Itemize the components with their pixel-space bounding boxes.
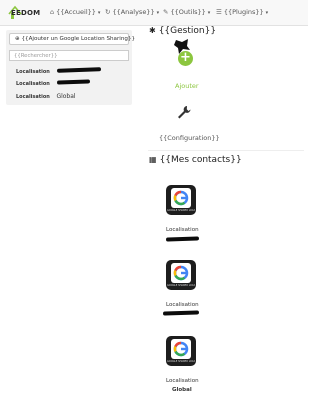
- configuration-label[interactable]: {{Configuration}}: [159, 134, 220, 142]
- google-logo-icon: [171, 263, 191, 283]
- top-navbar: EEDOM ⌂ {{Accueil}} ▾ ↻ {{Analyse}} ▾ ✎ {{Out…: [0, 0, 308, 26]
- nav-outils[interactable]: ✎ {{Outils}} ▾: [163, 8, 210, 16]
- nav-accueil[interactable]: ⌂ {{Accueil}} ▾: [50, 8, 100, 16]
- sidebar-item-1[interactable]: Localisation: [16, 69, 50, 75]
- home-icon: ⌂: [50, 8, 55, 16]
- sidebar-item-3[interactable]: Localisation Global: [16, 93, 76, 100]
- wrench-icon[interactable]: [176, 104, 192, 120]
- search-input[interactable]: [9, 50, 129, 61]
- contact-card[interactable]: GOOGLE SHARED LOCATION: [166, 336, 196, 366]
- sidebar-item-2[interactable]: Localisation: [16, 81, 50, 87]
- divider: [148, 150, 304, 151]
- analysis-icon: ↻: [105, 8, 111, 16]
- contact-card[interactable]: GOOGLE SHARED LOCATION: [166, 185, 196, 215]
- table-icon: ▦: [149, 155, 157, 164]
- redaction-mark: [165, 236, 200, 242]
- caret-down-icon: ▾: [156, 10, 160, 16]
- contacts-title: ▦ {{Mes contacts}}: [149, 155, 242, 165]
- contact-card[interactable]: GOOGLE SHARED LOCATION: [166, 260, 196, 290]
- nav-plugins[interactable]: ☰ {{Plugins}} ▾: [216, 8, 268, 16]
- gestion-title: ✱ {{Gestion}}: [149, 26, 217, 36]
- tasks-icon: ☰: [216, 8, 222, 16]
- contact-label: Localisation: [166, 227, 199, 233]
- contact-label: Localisation: [166, 302, 199, 308]
- cog-icon: ✱: [149, 26, 156, 35]
- caret-down-icon: ▾: [207, 10, 211, 16]
- caret-down-icon: ▾: [97, 10, 101, 16]
- nav-analyse[interactable]: ↻ {{Analyse}} ▾: [105, 8, 159, 16]
- wrench-icon: ✎: [163, 8, 169, 16]
- add-label[interactable]: Ajouter: [175, 82, 199, 90]
- add-equipment-button[interactable]: ⊕ {{Ajouter un Google Location Sharing}}: [9, 33, 135, 45]
- contact-sublabel: Global: [172, 387, 192, 393]
- brand-name: EEDOM: [11, 9, 41, 17]
- add-plus-icon[interactable]: +: [178, 51, 193, 66]
- caret-down-icon: ▾: [265, 10, 269, 16]
- redaction-mark: [162, 310, 200, 316]
- contact-label: Localisation: [166, 378, 199, 384]
- plus-circle-icon: ⊕: [15, 36, 20, 42]
- google-logo-icon: [171, 188, 191, 208]
- google-logo-icon: [171, 339, 191, 359]
